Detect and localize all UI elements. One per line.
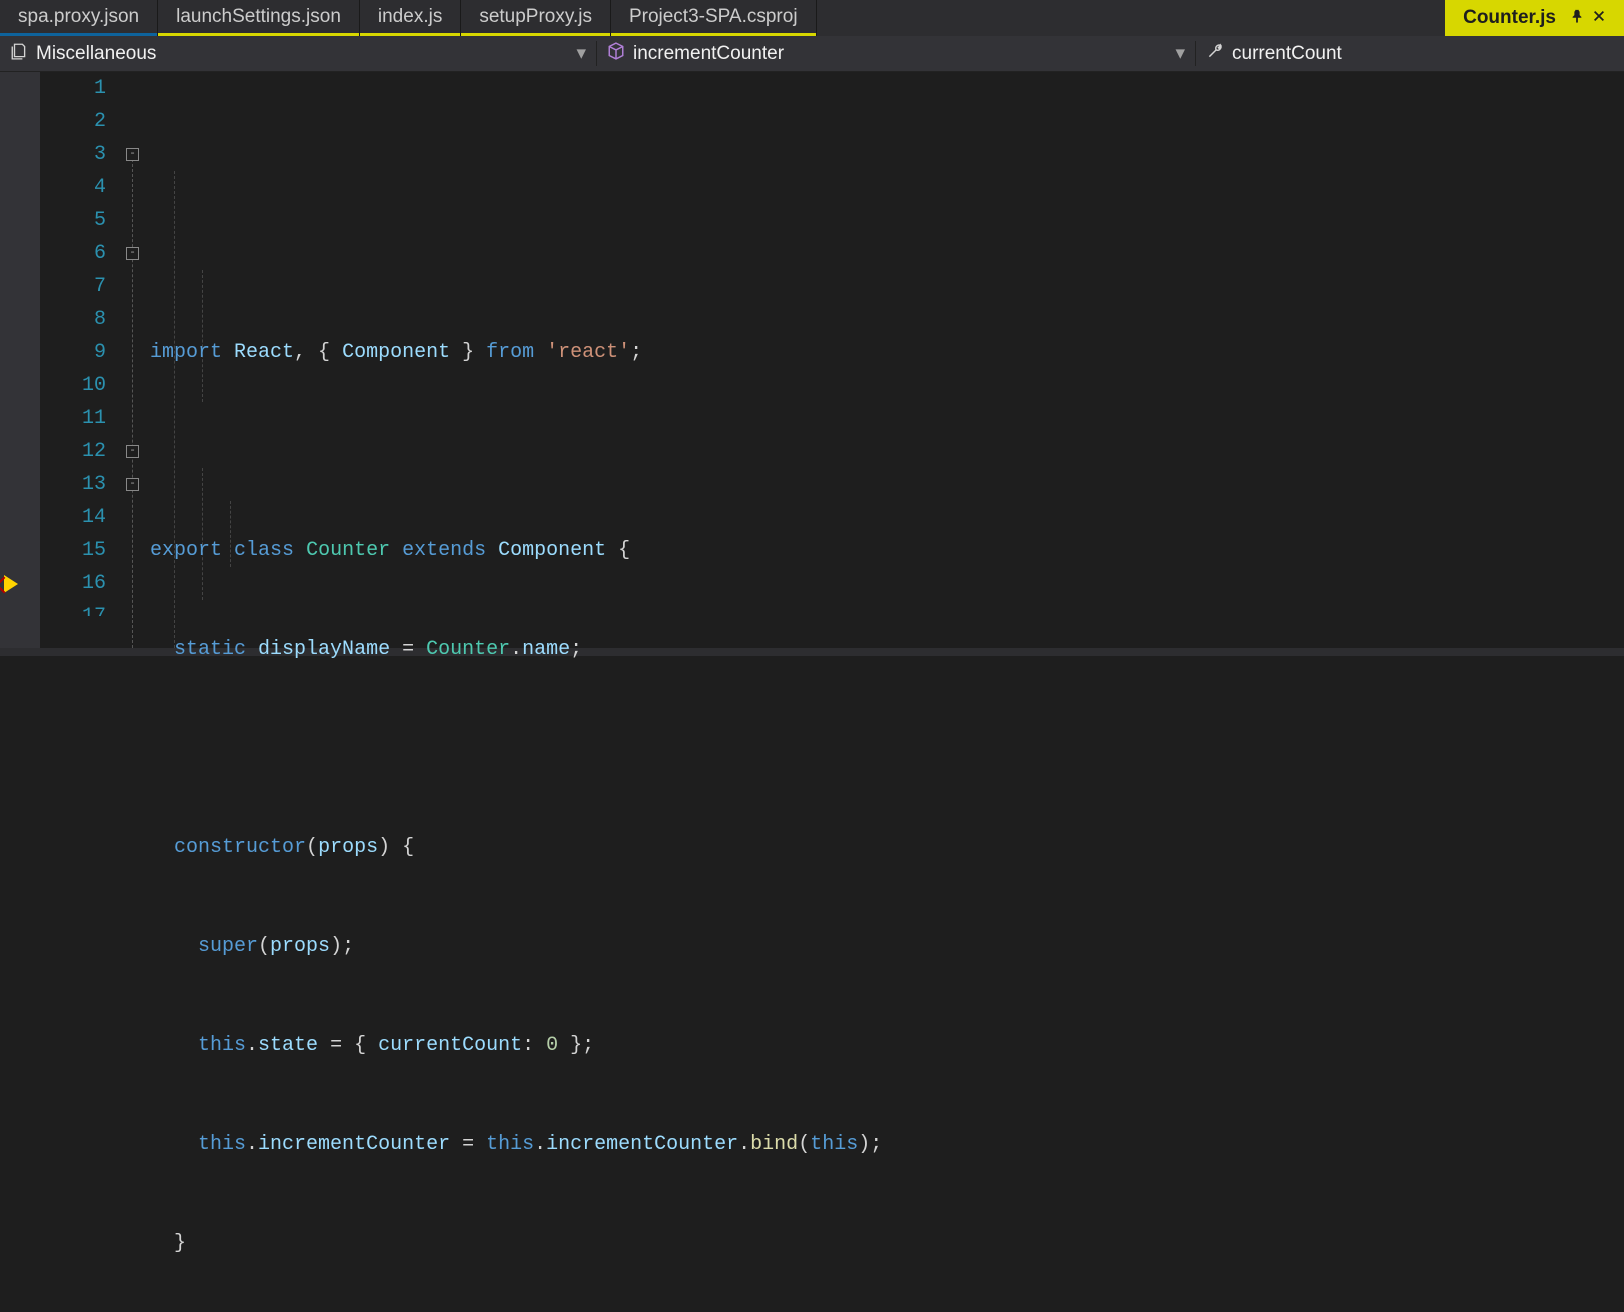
chevron-down-icon: ▾ (1175, 42, 1185, 65)
editor-tabs: spa.proxy.json launchSettings.json index… (0, 0, 1624, 36)
nav-scope-label: Miscellaneous (36, 43, 156, 65)
nav-scope-dropdown[interactable]: Miscellaneous ▾ (0, 36, 596, 71)
code-line: import React, { Component } from 'react'… (150, 336, 1624, 369)
nav-member-dropdown[interactable]: incrementCounter ▾ (597, 36, 1195, 71)
line-number: 12 (40, 435, 106, 468)
fold-toggle[interactable]: - (126, 478, 139, 491)
tab-spa-proxy-json[interactable]: spa.proxy.json (0, 0, 157, 36)
tab-counter-js[interactable]: Counter.js (1445, 0, 1624, 36)
line-number: 9 (40, 336, 106, 369)
nav-field-label: currentCount (1232, 43, 1342, 65)
code-line: static displayName = Counter.name; (150, 633, 1624, 666)
line-number: 4 (40, 171, 106, 204)
code-line: this.incrementCounter = this.incrementCo… (150, 1128, 1624, 1161)
code-line: constructor(props) { (150, 831, 1624, 864)
code-area[interactable]: import React, { Component } from 'react'… (144, 72, 1624, 648)
code-editor[interactable]: 1 2 3 4 5 6 7 8 9 10 11 12 13 14 15 16 1… (0, 72, 1624, 648)
code-line (150, 435, 1624, 468)
fold-toggle[interactable]: - (126, 445, 139, 458)
line-number: 10 (40, 369, 106, 402)
execution-pointer-icon (4, 575, 18, 593)
tab-label: launchSettings.json (176, 6, 341, 28)
line-number: 6 (40, 237, 106, 270)
cube-icon (607, 42, 625, 66)
wrench-icon (1206, 42, 1224, 66)
line-number: 8 (40, 303, 106, 336)
line-number: 13 (40, 468, 106, 501)
breakpoint-margin[interactable] (0, 72, 40, 648)
line-number: 7 (40, 270, 106, 303)
tab-project3-spa-csproj[interactable]: Project3-SPA.csproj (611, 0, 816, 36)
navigation-bar: Miscellaneous ▾ incrementCounter ▾ curre… (0, 36, 1624, 72)
nav-field-dropdown[interactable]: currentCount (1196, 36, 1624, 71)
code-line (150, 732, 1624, 765)
chevron-down-icon: ▾ (576, 42, 586, 65)
pin-icon[interactable] (1570, 7, 1584, 29)
tab-setupproxy-js[interactable]: setupProxy.js (461, 0, 610, 36)
tab-label: spa.proxy.json (18, 6, 139, 28)
code-line: export class Counter extends Component { (150, 534, 1624, 567)
line-number-gutter: 1 2 3 4 5 6 7 8 9 10 11 12 13 14 15 16 1… (40, 72, 120, 648)
fold-toggle[interactable]: - (126, 247, 139, 260)
line-number: 5 (40, 204, 106, 237)
line-number: 14 (40, 501, 106, 534)
nav-member-label: incrementCounter (633, 43, 784, 65)
line-number: 11 (40, 402, 106, 435)
tab-label: Counter.js (1463, 7, 1556, 29)
fold-toggle[interactable]: - (126, 148, 139, 161)
tab-label: Project3-SPA.csproj (629, 6, 798, 28)
code-line: } (150, 1227, 1624, 1260)
tab-label: index.js (378, 6, 442, 28)
code-line: super(props); (150, 930, 1624, 963)
close-icon[interactable] (1592, 7, 1606, 29)
files-icon (10, 42, 28, 66)
outline-margin[interactable]: - - - - (120, 72, 144, 648)
tab-launchsettings-json[interactable]: launchSettings.json (158, 0, 359, 36)
tab-index-js[interactable]: index.js (360, 0, 460, 36)
line-number: 3 (40, 138, 106, 171)
line-number: 15 (40, 534, 106, 567)
code-line: this.state = { currentCount: 0 }; (150, 1029, 1624, 1062)
line-number: 2 (40, 105, 106, 138)
line-number: 17 (40, 600, 106, 616)
tab-label: setupProxy.js (479, 6, 592, 28)
line-number: 1 (40, 72, 106, 105)
line-number: 16 (40, 567, 106, 600)
